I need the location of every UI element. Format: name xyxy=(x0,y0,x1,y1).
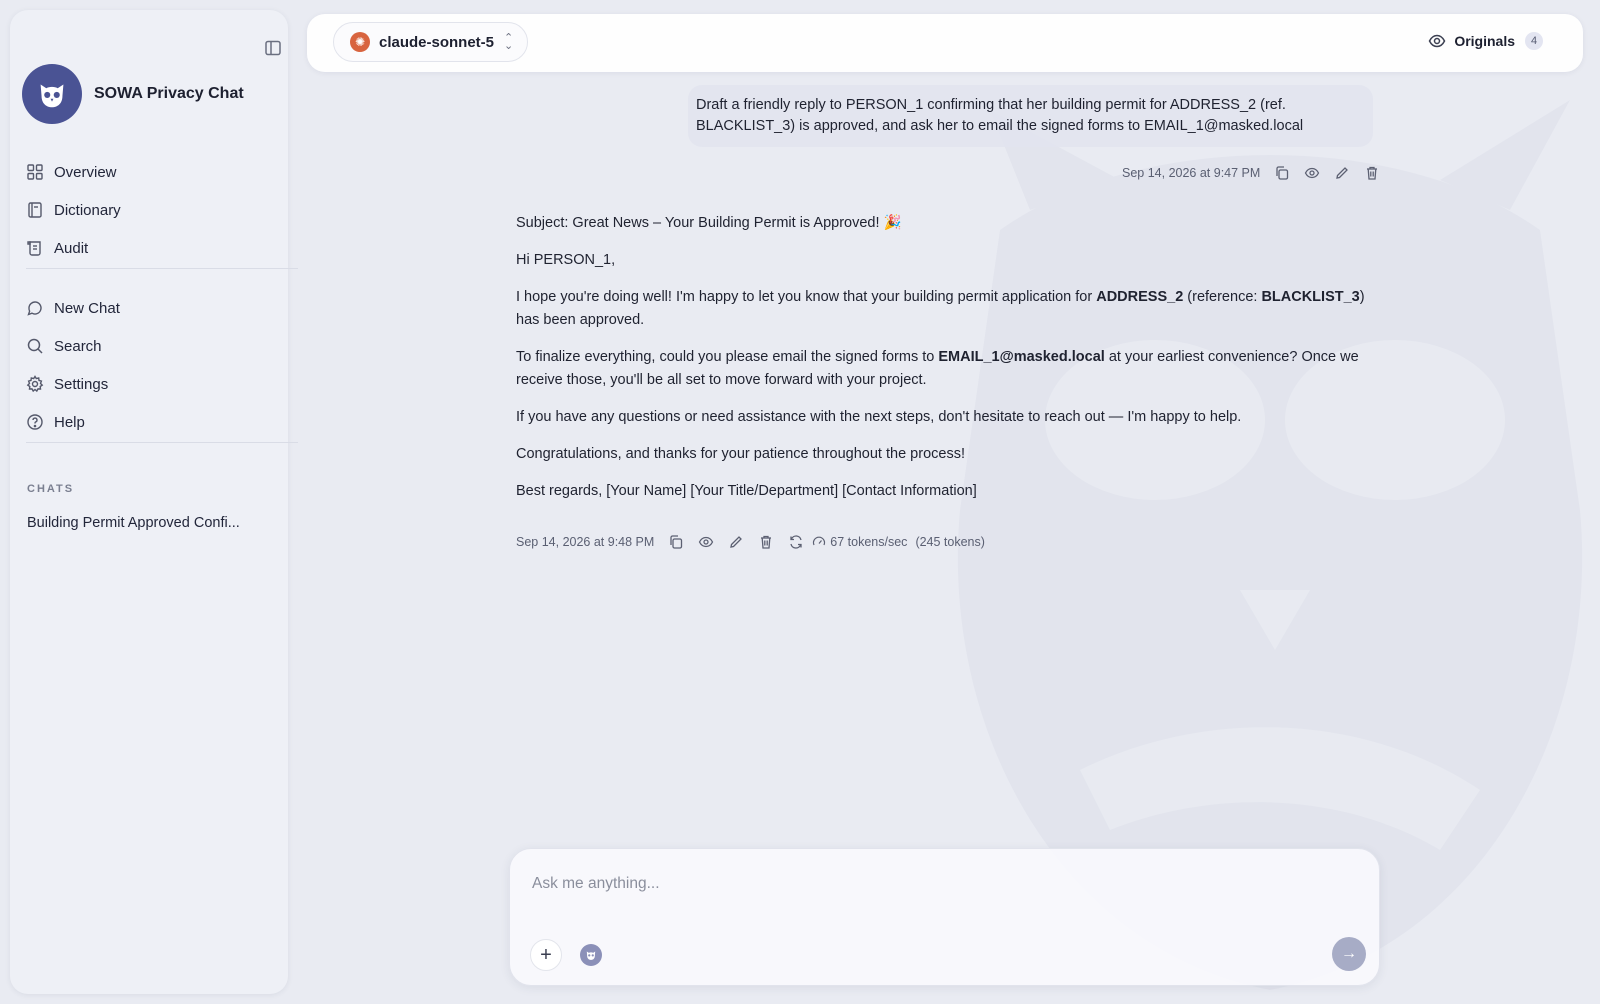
message-timestamp: Sep 14, 2026 at 9:47 PM xyxy=(1122,166,1261,180)
message-timestamp: Sep 14, 2026 at 9:48 PM xyxy=(516,535,655,549)
originals-toggle[interactable]: Originals 4 xyxy=(1428,32,1543,50)
reply-paragraph: To finalize everything, could you please… xyxy=(516,349,1359,388)
scroll-icon xyxy=(27,241,41,256)
trash-icon[interactable] xyxy=(758,534,774,550)
secondary-nav: New Chat Search Settings Help xyxy=(26,289,286,441)
nav-item-label: Overview xyxy=(54,163,117,181)
nav-item-new-chat[interactable]: New Chat xyxy=(26,289,286,327)
plus-icon: + xyxy=(540,943,552,966)
reply-signoff: Best regards, [Your Name] [Your Title/De… xyxy=(516,483,977,499)
chats-heading: CHATS xyxy=(27,483,75,495)
nav-item-label: Settings xyxy=(54,375,109,393)
message-composer: + → xyxy=(509,848,1380,986)
nav-item-label: New Chat xyxy=(54,299,120,317)
generation-speed: 67 tokens/sec xyxy=(812,535,907,549)
send-button[interactable]: → xyxy=(1332,937,1366,971)
owl-logo-icon xyxy=(22,64,82,124)
assistant-message: Subject: Great News – Your Building Perm… xyxy=(516,212,1376,517)
reply-paragraph: Congratulations, and thanks for your pat… xyxy=(516,446,965,462)
copy-icon[interactable] xyxy=(1274,165,1290,181)
app-name: SOWA Privacy Chat xyxy=(94,85,244,102)
nav-item-dictionary[interactable]: Dictionary xyxy=(26,191,286,229)
grid-icon xyxy=(27,164,43,180)
edit-pencil-icon[interactable] xyxy=(1334,165,1350,181)
help-circle-icon xyxy=(27,414,43,430)
chat-bubble-icon xyxy=(27,301,42,316)
regenerate-icon[interactable] xyxy=(788,534,804,550)
sidebar-divider xyxy=(26,268,298,269)
brand: SOWA Privacy Chat xyxy=(22,64,244,124)
chat-input[interactable] xyxy=(532,875,1352,893)
nav-item-overview[interactable]: Overview xyxy=(26,153,286,191)
model-name: claude-sonnet-5 xyxy=(379,33,495,51)
sidebar-divider xyxy=(26,442,298,443)
eye-icon[interactable] xyxy=(698,534,714,550)
search-icon xyxy=(27,338,43,354)
nav-item-label: Dictionary xyxy=(54,201,121,219)
nav-item-settings[interactable]: Settings xyxy=(26,365,286,403)
nav-item-label: Help xyxy=(54,413,85,431)
token-count: (245 tokens) xyxy=(915,535,985,549)
sidebar-toggle-icon[interactable] xyxy=(263,38,283,58)
tokens-per-sec: 67 tokens/sec xyxy=(830,535,908,549)
user-message-meta: Sep 14, 2026 at 9:47 PM xyxy=(1122,165,1380,181)
chat-list-item[interactable]: Building Permit Approved Confi... xyxy=(27,515,240,531)
gear-icon xyxy=(26,375,44,393)
originals-count-badge: 4 xyxy=(1525,32,1543,50)
nav-item-label: Search xyxy=(54,337,102,355)
owl-icon xyxy=(586,951,596,960)
arrow-right-icon: → xyxy=(1341,945,1357,962)
add-attachment-button[interactable]: + xyxy=(530,939,562,971)
chevron-updown-icon: ⌃ ⌄ xyxy=(504,32,514,52)
eye-icon[interactable] xyxy=(1304,165,1320,181)
sidebar: SOWA Privacy Chat Overview Dictionary Au… xyxy=(10,10,298,994)
reply-greeting: Hi PERSON_1, xyxy=(516,252,616,268)
trash-icon[interactable] xyxy=(1364,165,1380,181)
model-provider-icon: ✺ xyxy=(350,32,370,52)
reply-subject: Subject: Great News – Your Building Perm… xyxy=(516,215,902,231)
nav-item-label: Audit xyxy=(54,239,89,257)
top-bar: ✺ claude-sonnet-5 ⌃ ⌄ Originals 4 xyxy=(307,14,1583,72)
copy-icon[interactable] xyxy=(668,534,684,550)
reply-paragraph: If you have any questions or need assist… xyxy=(516,409,1242,425)
user-message: Draft a friendly reply to PERSON_1 confi… xyxy=(688,85,1373,147)
privacy-mode-button[interactable] xyxy=(580,944,602,966)
nav-item-audit[interactable]: Audit xyxy=(26,229,286,267)
primary-nav: Overview Dictionary Audit xyxy=(26,153,286,267)
masked-reference: BLACKLIST_3 xyxy=(1261,289,1360,305)
originals-label: Originals xyxy=(1454,33,1515,49)
eye-icon xyxy=(1428,34,1446,48)
masked-email: EMAIL_1@masked.local xyxy=(938,349,1105,365)
nav-item-search[interactable]: Search xyxy=(26,327,286,365)
masked-address: ADDRESS_2 xyxy=(1096,289,1184,305)
book-icon xyxy=(28,202,42,218)
reply-paragraph: I hope you're doing well! I'm happy to l… xyxy=(516,289,1365,328)
assistant-message-meta: Sep 14, 2026 at 9:48 PM 67 tokens/sec (2… xyxy=(516,534,985,550)
nav-item-help[interactable]: Help xyxy=(26,403,286,441)
speedometer-icon xyxy=(813,536,826,546)
model-selector[interactable]: ✺ claude-sonnet-5 ⌃ ⌄ xyxy=(333,22,529,62)
edit-pencil-icon[interactable] xyxy=(728,534,744,550)
